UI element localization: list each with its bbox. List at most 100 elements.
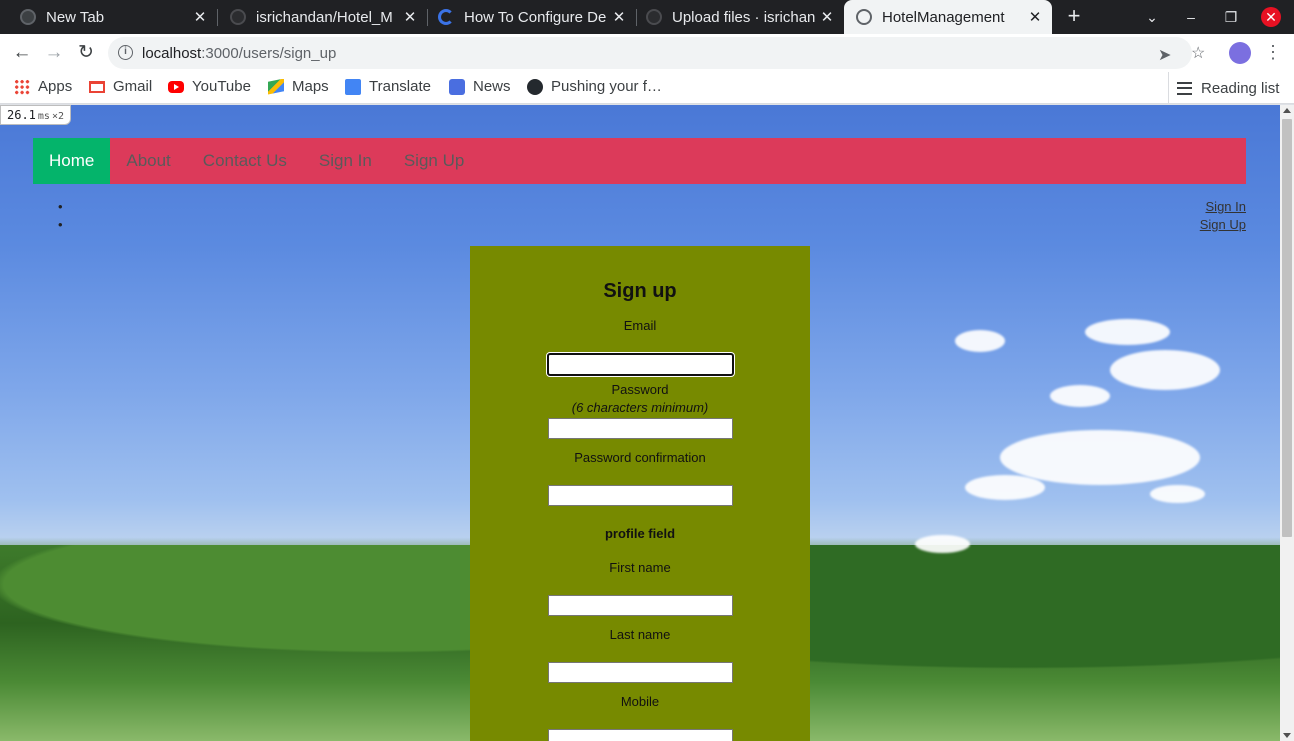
scroll-down-icon[interactable]: [1283, 733, 1291, 738]
forward-icon[interactable]: →: [42, 42, 66, 64]
news-icon: [449, 78, 465, 95]
password-label: Password: [611, 382, 669, 397]
bookmark-translate[interactable]: Translate: [345, 78, 431, 95]
perf-multiplier: ×2: [51, 111, 64, 122]
reading-list-label: Reading list: [1201, 79, 1280, 97]
first-name-field[interactable]: [547, 595, 733, 616]
tab-configure[interactable]: How To Configure De ✕: [418, 0, 636, 34]
tab-title: Upload files · isrichan: [672, 8, 816, 26]
reload-icon[interactable]: ↻: [74, 42, 98, 64]
tab-github-hotel[interactable]: isrichandan/Hotel_M ✕: [210, 0, 427, 34]
globe-icon: [856, 9, 872, 25]
mobile-field[interactable]: [547, 729, 733, 741]
tab-title: HotelManagement: [882, 8, 1005, 26]
bookmark-label: YouTube: [192, 78, 251, 95]
bookmark-label: News: [473, 78, 511, 95]
apps-grid-icon: [14, 78, 30, 95]
first-name-label: First name: [609, 560, 671, 575]
window-close-icon[interactable]: ✕: [1261, 7, 1281, 27]
password-confirmation-field[interactable]: [547, 485, 733, 506]
new-tab-button[interactable]: +: [1062, 4, 1086, 28]
chrome-icon: [20, 9, 36, 25]
youtube-icon: [168, 80, 184, 93]
maps-icon: [268, 78, 284, 95]
tab-strip: New Tab ✕ isrichandan/Hotel_M ✕ How To C…: [0, 0, 1294, 34]
perf-badge: 26.1 ms ×2: [0, 105, 71, 125]
nav-contact-us[interactable]: Contact Us: [187, 138, 303, 184]
password-confirmation-label: Password confirmation: [574, 450, 706, 465]
bookmark-pushing[interactable]: Pushing your f…: [527, 78, 662, 95]
perf-value: 26.1: [7, 108, 36, 122]
sign-in-link[interactable]: Sign In: [1200, 198, 1246, 216]
sign-up-form: Sign up Email Password (6 characters min…: [470, 246, 810, 741]
bookmark-label: Gmail: [113, 78, 153, 95]
sign-up-link[interactable]: Sign Up: [1200, 216, 1246, 234]
nav-about[interactable]: About: [110, 138, 186, 184]
gmail-icon: [89, 80, 105, 93]
bookmark-gmail[interactable]: Gmail: [89, 78, 152, 95]
last-name-label: Last name: [609, 627, 671, 642]
background-cloud: [1085, 319, 1170, 345]
bookmark-maps[interactable]: Maps: [268, 78, 329, 95]
digitalocean-icon: [438, 9, 454, 25]
site-info-icon[interactable]: i: [118, 45, 133, 60]
back-icon[interactable]: ←: [10, 42, 34, 64]
nav-sign-up[interactable]: Sign Up: [388, 138, 480, 184]
bullet-list: • •: [58, 198, 63, 234]
bookmark-youtube[interactable]: YouTube: [168, 78, 251, 95]
github-icon: [646, 9, 662, 25]
bookmark-label: Pushing your f…: [551, 78, 662, 95]
form-heading: Sign up: [603, 280, 677, 302]
email-label: Email: [623, 318, 657, 333]
close-icon[interactable]: ✕: [1024, 8, 1046, 26]
close-icon[interactable]: ✕: [816, 8, 838, 26]
menu-icon[interactable]: ⋮: [1264, 42, 1282, 62]
scroll-up-icon[interactable]: [1283, 108, 1291, 113]
background-cloud: [1050, 385, 1110, 407]
tab-upload-files[interactable]: Upload files · isrichan ✕: [626, 0, 844, 34]
close-icon[interactable]: ✕: [189, 8, 211, 26]
scrollbar-thumb[interactable]: [1282, 119, 1292, 537]
email-field[interactable]: [546, 353, 734, 376]
tab-search-icon[interactable]: ⌄: [1141, 6, 1163, 28]
nav-home[interactable]: Home: [33, 138, 111, 184]
auth-links: Sign In Sign Up: [1200, 198, 1246, 234]
tab-title: isrichandan/Hotel_M: [256, 8, 393, 26]
minimize-icon[interactable]: –: [1180, 6, 1202, 28]
password-field[interactable]: [547, 418, 733, 439]
tab-title: New Tab: [46, 8, 105, 26]
share-icon[interactable]: ➤: [1158, 45, 1171, 65]
bookmark-label: Translate: [369, 78, 431, 95]
mobile-label: Mobile: [620, 694, 660, 709]
background-cloud: [915, 535, 970, 553]
bookmark-star-icon[interactable]: ☆: [1191, 43, 1205, 63]
translate-icon: [345, 78, 361, 95]
background-cloud: [965, 475, 1045, 500]
bookmark-label: Maps: [292, 78, 329, 95]
tab-new-tab[interactable]: New Tab ✕: [0, 0, 217, 34]
bookmark-news[interactable]: News: [449, 78, 511, 95]
bookmark-label: Apps: [38, 78, 73, 95]
page-scrollbar[interactable]: [1280, 105, 1294, 741]
restore-icon[interactable]: ❐: [1220, 6, 1242, 28]
list-item: •: [58, 199, 63, 214]
bookmark-apps[interactable]: Apps: [14, 78, 72, 95]
address-bar[interactable]: i localhost:3000/users/sign_up ➤: [108, 37, 1192, 69]
url-text[interactable]: localhost:3000/users/sign_up: [142, 45, 336, 62]
github-icon: [230, 9, 246, 25]
perf-unit: ms: [37, 111, 50, 122]
reading-list-button[interactable]: Reading list: [1168, 72, 1279, 104]
background-cloud: [1150, 485, 1205, 503]
last-name-field[interactable]: [547, 662, 733, 683]
url-path: :3000/users/sign_up: [201, 45, 337, 62]
nav-sign-in[interactable]: Sign In: [303, 138, 388, 184]
github-icon: [527, 78, 543, 95]
browser-toolbar: ← → ↻ i localhost:3000/users/sign_up ➤ ☆…: [0, 34, 1294, 72]
tab-title: How To Configure De: [464, 8, 607, 26]
profile-avatar[interactable]: [1229, 42, 1251, 64]
password-hint: (6 characters minimum): [571, 400, 709, 415]
bookmarks-bar: Apps Gmail YouTube Maps Translate News P…: [0, 72, 1294, 104]
background-cloud: [1110, 350, 1220, 390]
tab-hotel-management[interactable]: HotelManagement ✕: [844, 0, 1052, 34]
list-item: •: [58, 217, 63, 232]
